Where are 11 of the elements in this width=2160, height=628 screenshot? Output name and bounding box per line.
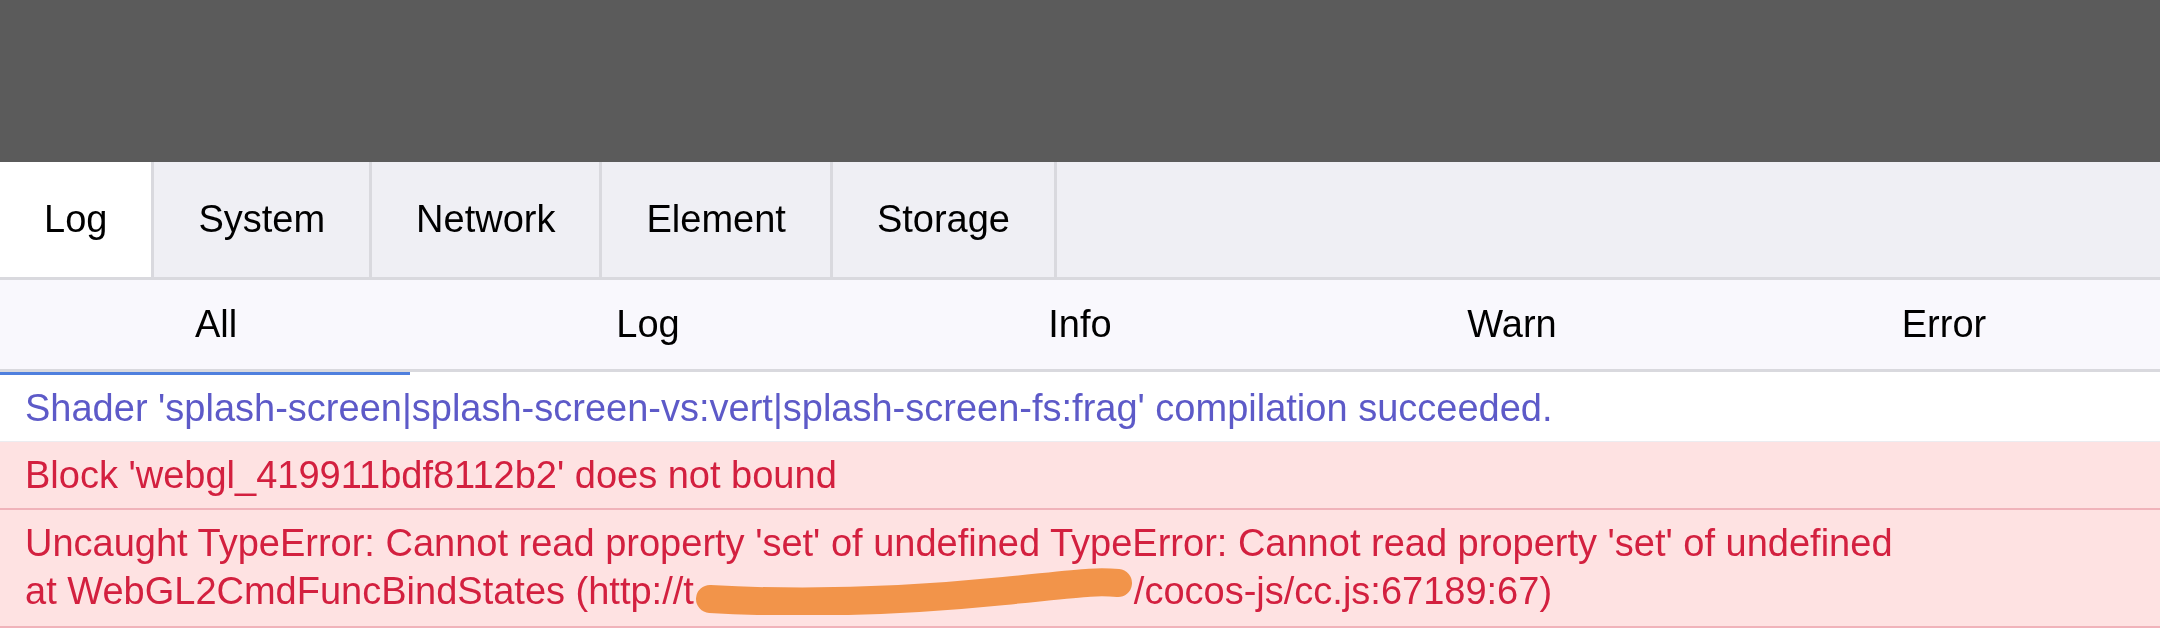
- log-message: Block 'webgl_419911bdf8112b2' does not bound: [25, 453, 838, 498]
- log-message: Uncaught TypeError: Cannot read property 'set' of undefined TypeError: Cannot read property 'set' of undefined: [25, 521, 1894, 566]
- filter-tab[interactable]: Info: [864, 280, 1296, 369]
- filter-tab[interactable]: Log: [432, 280, 864, 369]
- log-message: /cocos-js/cc.js:67189:67): [1133, 569, 1553, 614]
- log-message: at WebGL2CmdFuncBindStates (http://t: [25, 569, 694, 614]
- filter-tab[interactable]: Warn: [1296, 280, 1728, 369]
- tab[interactable]: Log: [0, 162, 155, 277]
- log-message: Shader 'splash-screen|splash-screen-vs:vert|splash-screen-fs:frag' compilation succeeded.: [25, 386, 1554, 431]
- filter-tab[interactable]: Error: [1728, 280, 2160, 369]
- filter-tab[interactable]: All: [0, 280, 432, 369]
